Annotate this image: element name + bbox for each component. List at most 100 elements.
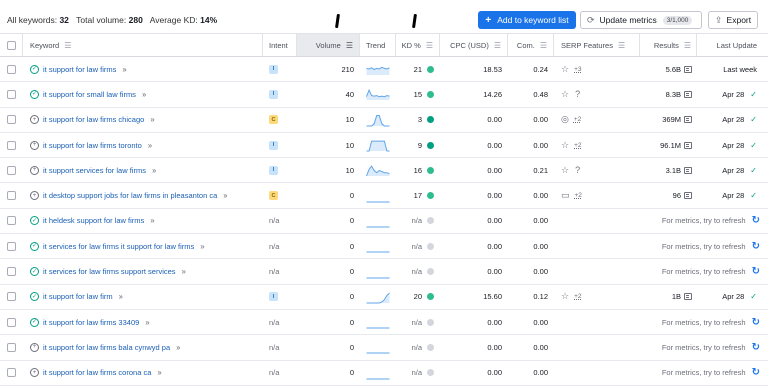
table-row[interactable]: ✓ it services for law firms support servi… <box>0 259 768 285</box>
refresh-icon[interactable]: ↻ <box>752 342 760 353</box>
keyword-link[interactable]: it support for law firms toronto <box>43 141 142 150</box>
add-plus-icon[interactable]: + <box>30 165 39 175</box>
table-row[interactable]: + it support for law firms bala cynwyd pa… <box>0 335 768 361</box>
serp-snapshot-icon[interactable] <box>684 90 692 98</box>
row-select-cell[interactable] <box>0 234 23 258</box>
keyword-details-icon[interactable]: ›› <box>157 368 161 377</box>
refresh-icon[interactable]: ↻ <box>752 215 760 226</box>
added-check-icon[interactable]: ✓ <box>30 317 39 327</box>
column-com[interactable]: Com. ☰ <box>508 34 554 56</box>
table-row[interactable]: + it support for law firms corona ca ›› n/a… <box>0 361 768 386</box>
row-select-cell[interactable] <box>0 361 23 385</box>
serp-snapshot-icon[interactable] <box>684 116 692 124</box>
row-select-cell[interactable] <box>0 259 23 283</box>
added-check-icon[interactable]: ✓ <box>30 241 39 251</box>
serp-more-link[interactable]: +2 <box>575 192 582 199</box>
table-row[interactable]: ✓ it services for law firms it support fo… <box>0 234 768 260</box>
column-keyword[interactable]: Keyword ☰ <box>23 34 263 56</box>
refresh-icon[interactable]: ↻ <box>752 317 760 328</box>
row-checkbox[interactable] <box>7 241 16 251</box>
added-check-icon[interactable]: ✓ <box>30 216 39 226</box>
row-checkbox[interactable] <box>7 64 16 74</box>
refresh-icon[interactable]: ↻ <box>752 266 760 277</box>
row-checkbox[interactable] <box>7 216 16 226</box>
keyword-details-icon[interactable]: ›› <box>200 242 204 251</box>
serp-snapshot-icon[interactable] <box>684 192 692 200</box>
row-select-cell[interactable] <box>0 310 23 334</box>
keyword-details-icon[interactable]: ›› <box>122 65 126 74</box>
table-row[interactable]: ✓ it support for law firm ›› I 0 20 15.60 0.12 ☆… <box>0 285 768 310</box>
row-select-cell[interactable] <box>0 285 23 309</box>
row-checkbox[interactable] <box>7 267 16 277</box>
row-checkbox[interactable] <box>7 368 16 378</box>
serp-more-link[interactable]: +3 <box>574 66 581 73</box>
keyword-link[interactable]: it services for law firms support servic… <box>43 267 176 276</box>
keyword-details-icon[interactable]: ›› <box>145 318 149 327</box>
add-plus-icon[interactable]: + <box>30 140 39 150</box>
table-row[interactable]: + it support services for law firms ›› I 10 1… <box>0 158 768 184</box>
serp-snapshot-icon[interactable] <box>684 141 692 149</box>
table-row[interactable]: + it support for law firms toronto ›› I 10 9 0… <box>0 133 768 159</box>
keyword-details-icon[interactable]: ›› <box>176 343 180 352</box>
serp-snapshot-icon[interactable] <box>684 293 692 301</box>
row-select-cell[interactable] <box>0 158 23 182</box>
row-select-cell[interactable] <box>0 209 23 233</box>
row-checkbox[interactable] <box>7 115 16 125</box>
keyword-details-icon[interactable]: ›› <box>150 216 154 225</box>
row-select-cell[interactable] <box>0 133 23 157</box>
export-button[interactable]: ⇪ Export <box>708 11 758 29</box>
added-check-icon[interactable]: ✓ <box>30 64 39 74</box>
table-row[interactable]: ✓ it support for small law firms ›› I 40 15 14… <box>0 82 768 108</box>
column-cpc[interactable]: CPC (USD) ☰ <box>440 34 508 56</box>
row-select-cell[interactable] <box>0 108 23 132</box>
keyword-link[interactable]: it desktop support jobs for law firms in… <box>43 191 217 200</box>
serp-snapshot-icon[interactable] <box>684 166 692 174</box>
added-check-icon[interactable]: ✓ <box>30 267 39 277</box>
row-checkbox[interactable] <box>7 191 16 201</box>
added-check-icon[interactable]: ✓ <box>30 292 39 302</box>
keyword-link[interactable]: it support for law firms chicago <box>43 115 144 124</box>
refresh-icon[interactable]: ↻ <box>752 241 760 252</box>
add-plus-icon[interactable]: + <box>30 368 39 378</box>
add-plus-icon[interactable]: + <box>30 342 39 352</box>
row-checkbox[interactable] <box>7 342 16 352</box>
keyword-link[interactable]: it support for law firms bala cynwyd pa <box>43 343 170 352</box>
added-check-icon[interactable]: ✓ <box>30 89 39 99</box>
table-row[interactable]: ✓ it heldesk support for law firms ›› n/a 0 n… <box>0 209 768 235</box>
row-select-cell[interactable] <box>0 57 23 81</box>
row-select-cell[interactable] <box>0 183 23 207</box>
keyword-link[interactable]: it support for law firms corona ca <box>43 368 151 377</box>
table-row[interactable]: ✓ it support for law firms 33409 ›› n/a 0 n/a… <box>0 310 768 336</box>
keyword-link[interactable]: it services for law firms it support for… <box>43 242 194 251</box>
update-metrics-button[interactable]: ⟳ Update metrics 3/1,000 <box>580 11 702 29</box>
column-kd[interactable]: KD % ☰ <box>396 34 440 56</box>
row-checkbox[interactable] <box>7 140 16 150</box>
keyword-link[interactable]: it support for law firms <box>43 65 116 74</box>
refresh-icon[interactable]: ↻ <box>752 367 760 378</box>
row-select-cell[interactable] <box>0 82 23 106</box>
column-last-update[interactable]: Last Update <box>697 34 768 56</box>
keyword-link[interactable]: it support services for law firms <box>43 166 146 175</box>
row-checkbox[interactable] <box>7 89 16 99</box>
keyword-link[interactable]: it support for small law firms <box>43 90 136 99</box>
keyword-details-icon[interactable]: ›› <box>223 191 227 200</box>
row-checkbox[interactable] <box>7 292 16 302</box>
keyword-details-icon[interactable]: ›› <box>119 292 123 301</box>
column-intent[interactable]: Intent <box>263 34 297 56</box>
add-plus-icon[interactable]: + <box>30 115 39 125</box>
keyword-link[interactable]: it heldesk support for law firms <box>43 216 144 225</box>
column-trend[interactable]: Trend <box>360 34 396 56</box>
add-to-keyword-list-button[interactable]: + Add to keyword list <box>478 11 576 29</box>
keyword-details-icon[interactable]: ›› <box>142 90 146 99</box>
header-select-all[interactable] <box>0 34 23 56</box>
column-results[interactable]: Results ☰ <box>640 34 697 56</box>
row-select-cell[interactable] <box>0 335 23 359</box>
column-volume[interactable]: Volume ☰ <box>297 34 360 56</box>
table-row[interactable]: ✓ it support for law firms ›› I 210 21 18.53 0.… <box>0 57 768 83</box>
select-all-checkbox[interactable] <box>6 40 16 50</box>
serp-snapshot-icon[interactable] <box>684 65 692 73</box>
table-row[interactable]: + it support for law firms chicago ›› C 10 3 0… <box>0 108 768 133</box>
keyword-details-icon[interactable]: ›› <box>182 267 186 276</box>
column-serp-features[interactable]: SERP Features ☰ <box>554 34 640 56</box>
row-checkbox[interactable] <box>7 165 16 175</box>
